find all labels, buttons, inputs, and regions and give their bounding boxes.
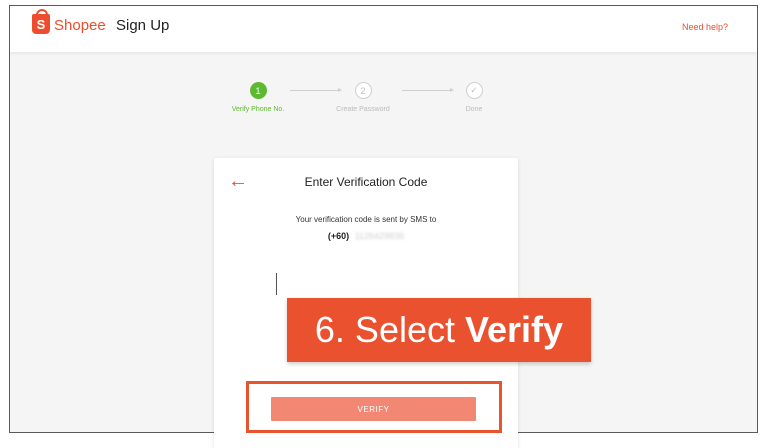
banner-text: 6. Select	[314, 309, 455, 350]
step-label: Create Password	[336, 106, 390, 113]
banner-text-bold: Verify	[465, 309, 564, 350]
checkmark-icon: ✓	[465, 82, 483, 99]
step-verify-phone: 1 Verify Phone No.	[218, 82, 298, 113]
step-label: Done	[465, 106, 483, 113]
verify-button[interactable]: VERIFY	[271, 397, 476, 421]
verification-code-input[interactable]	[276, 273, 457, 295]
step-label: Verify Phone No.	[231, 106, 285, 113]
logo-letter: S	[36, 16, 46, 32]
signup-stepper: 1 Verify Phone No. 2 Create Password ✓ D…	[218, 82, 508, 122]
step-2-number-icon: 2	[354, 82, 372, 99]
phone-number-blurred: 1126429836	[354, 231, 405, 241]
instruction-banner: 6. Select Verify	[287, 298, 591, 362]
shopee-logo-icon[interactable]: S	[32, 9, 50, 34]
sms-notice: Your verification code is sent by SMS to	[295, 215, 437, 224]
page-title: Sign Up	[116, 17, 170, 34]
phone-number-row: (+60) 1126429836	[214, 231, 518, 241]
phone-country-code: (+60)	[327, 231, 350, 241]
card-title: Enter Verification Code	[304, 175, 428, 189]
need-help-link[interactable]: Need help?	[682, 22, 728, 32]
brand-name[interactable]: Shopee	[54, 17, 106, 34]
step-create-password: 2 Create Password	[323, 82, 403, 113]
step-done: ✓ Done	[434, 82, 514, 113]
header: S Shopee Sign Up Need help?	[10, 6, 757, 52]
step-1-number-icon: 1	[249, 82, 267, 99]
